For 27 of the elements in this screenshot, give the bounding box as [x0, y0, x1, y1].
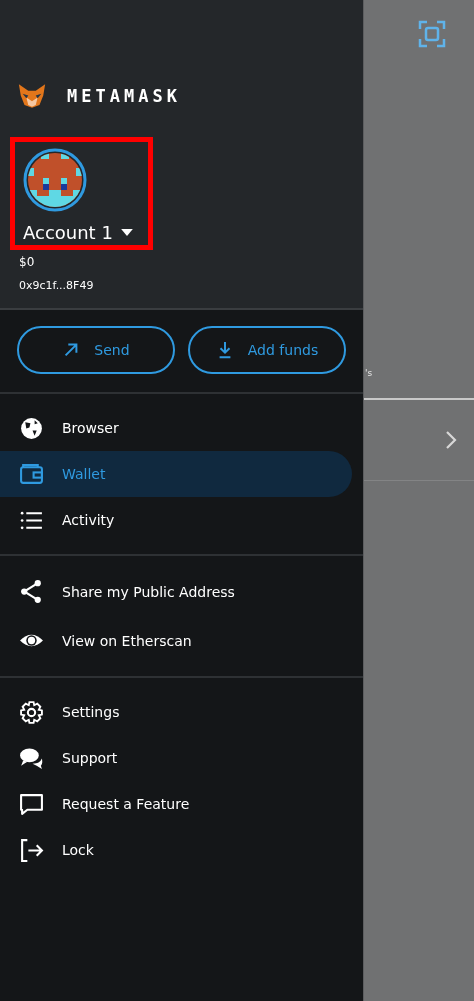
speech-bubble-icon: [19, 791, 44, 817]
add-funds-button[interactable]: Add funds: [188, 326, 346, 374]
menu-item[interactable]: Request a Feature: [0, 781, 352, 827]
settings-icon: [19, 699, 44, 725]
share-icon: [19, 579, 44, 604]
menu-item[interactable]: Browser: [0, 405, 352, 451]
brand-name: METAMASK: [67, 85, 181, 106]
caret-icon: [120, 229, 133, 236]
menu-item[interactable]: Lock: [0, 827, 352, 873]
logout-icon: [19, 837, 44, 863]
menu-item[interactable]: Support: [0, 735, 352, 781]
account-balance: $0: [19, 255, 36, 269]
globe-icon: [19, 415, 44, 441]
partial-text: 's: [364, 368, 374, 378]
menu-item[interactable]: Wallet: [0, 451, 352, 497]
account-address: 0x9c1f...8F49: [19, 279, 95, 292]
chevron-right-icon[interactable]: [445, 430, 457, 450]
menu-item[interactable]: View on Etherscan: [0, 616, 352, 665]
account-selector[interactable]: Account 1: [23, 222, 133, 243]
account-avatar-icon[interactable]: [23, 148, 87, 212]
send-button[interactable]: Send: [17, 326, 175, 374]
menu-item[interactable]: Share my Public Address: [0, 567, 352, 616]
fox-logo-icon: [17, 82, 47, 109]
menu-item[interactable]: Settings: [0, 689, 352, 735]
menu-item[interactable]: Activity: [0, 497, 352, 543]
wallet-icon: [19, 461, 44, 487]
scan-icon[interactable]: [418, 20, 446, 48]
